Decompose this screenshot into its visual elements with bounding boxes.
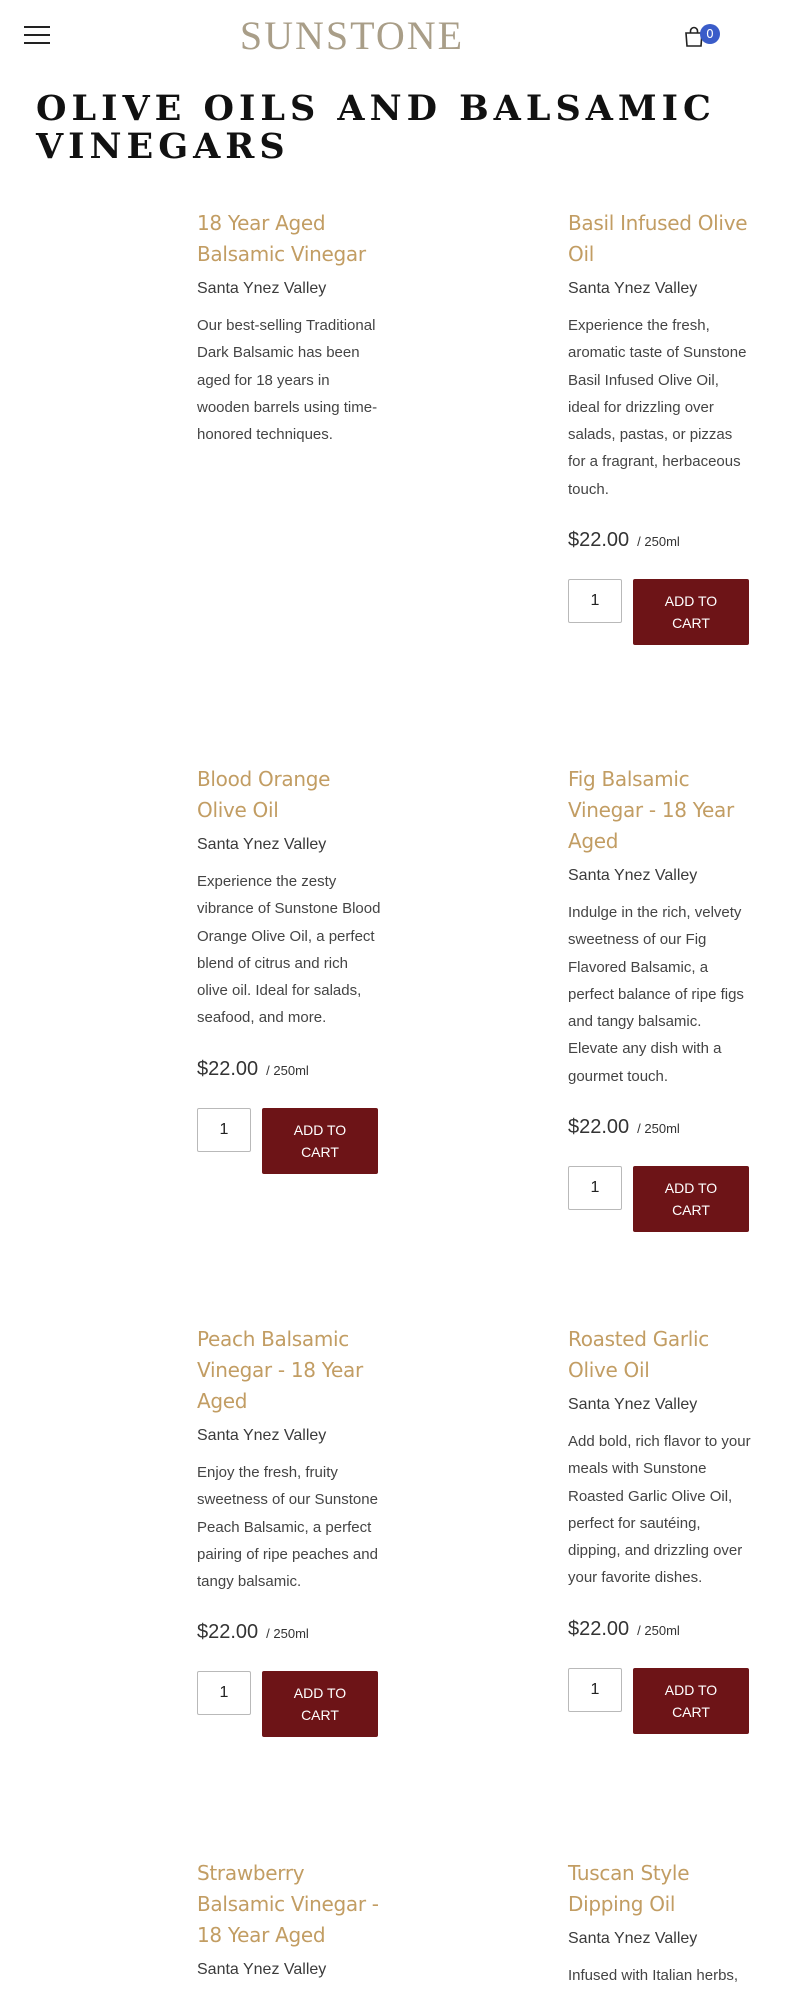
product-origin: Santa Ynez Valley (568, 867, 698, 884)
product-description: Indulge in the rich, velvety sweetness o… (568, 904, 744, 1085)
product-description: Experience the fresh, aromatic taste of … (568, 317, 747, 498)
product-card: 18 Year Aged Balsamic Vinegar Santa Ynez… (197, 208, 382, 448)
quantity-input[interactable] (568, 1667, 622, 1712)
product-name[interactable]: Roasted Garlic Olive Oil (568, 1324, 753, 1386)
product-price: $22.00 (197, 1621, 259, 1644)
hamburger-menu-icon[interactable] (24, 26, 50, 44)
product-name[interactable]: Blood Orange Olive Oil (197, 764, 382, 826)
site-logo[interactable]: SUNSTONE (232, 14, 472, 58)
product-price: $22.00 (568, 1617, 630, 1640)
cart-button[interactable]: 0 (683, 24, 723, 50)
product-origin: Santa Ynez Valley (197, 1427, 327, 1444)
product-origin: Santa Ynez Valley (568, 1396, 698, 1413)
purchase-controls: ADD TO CART (568, 1166, 753, 1233)
product-description: Enjoy the fresh, fruity sweetness of our… (197, 1464, 378, 1591)
product-origin: Santa Ynez Valley (568, 1930, 698, 1947)
product-description: Add bold, rich flavor to your meals with… (568, 1433, 751, 1587)
product-unit: / 250ml (266, 1626, 309, 1642)
product-name[interactable]: Tuscan Style Dipping Oil (568, 1858, 753, 1920)
product-unit: / 250ml (637, 1121, 680, 1137)
product-price: $22.00 (568, 529, 630, 552)
price-row: $22.00 / 250ml (568, 1116, 753, 1146)
product-card: Strawberry Balsamic Vinegar - 18 Year Ag… (197, 1858, 382, 1993)
product-name[interactable]: Peach Balsamic Vinegar - 18 Year Aged (197, 1324, 382, 1417)
price-row: $22.00 / 250ml (568, 529, 753, 559)
purchase-controls: ADD TO CART (568, 579, 753, 646)
product-origin: Santa Ynez Valley (197, 836, 327, 853)
add-to-cart-button[interactable]: ADD TO CART (633, 1166, 749, 1233)
product-price: $22.00 (568, 1116, 630, 1139)
product-description: Our best-selling Traditional Dark Balsam… (197, 317, 378, 444)
product-description: Experience the zesty vibrance of Sunston… (197, 873, 381, 1027)
price-row: $22.00 / 250ml (197, 1621, 382, 1651)
product-price: $22.00 (197, 1057, 259, 1080)
product-card: Basil Infused Olive Oil Santa Ynez Valle… (568, 208, 753, 646)
add-to-cart-button[interactable]: ADD TO CART (262, 1107, 378, 1174)
quantity-input[interactable] (197, 1671, 251, 1716)
price-row: $22.00 / 250ml (197, 1058, 382, 1088)
product-unit: / 250ml (637, 534, 680, 550)
quantity-input[interactable] (568, 1166, 622, 1211)
purchase-controls: ADD TO CART (197, 1671, 382, 1738)
product-card: Roasted Garlic Olive Oil Santa Ynez Vall… (568, 1324, 753, 1734)
site-header: SUNSTONE 0 (0, 0, 785, 72)
quantity-input[interactable] (568, 579, 622, 624)
add-to-cart-button[interactable]: ADD TO CART (633, 1667, 749, 1734)
product-name[interactable]: Strawberry Balsamic Vinegar - 18 Year Ag… (197, 1858, 382, 1951)
product-description: Infused with Italian herbs, (568, 1967, 739, 1984)
product-name[interactable]: Basil Infused Olive Oil (568, 208, 753, 270)
price-row: $22.00 / 250ml (568, 1618, 753, 1648)
quantity-input[interactable] (197, 1107, 251, 1152)
product-card: Peach Balsamic Vinegar - 18 Year Aged Sa… (197, 1324, 382, 1738)
product-card: Blood Orange Olive Oil Santa Ynez Valley… (197, 764, 382, 1174)
purchase-controls: ADD TO CART (197, 1107, 382, 1174)
page-title: Olive Oils and Balsamic Vinegars (36, 88, 716, 167)
product-card: Tuscan Style Dipping Oil Santa Ynez Vall… (568, 1858, 753, 1989)
product-name[interactable]: Fig Balsamic Vinegar - 18 Year Aged (568, 764, 753, 857)
product-unit: / 250ml (637, 1622, 680, 1638)
product-origin: Santa Ynez Valley (568, 280, 698, 297)
product-origin: Santa Ynez Valley (197, 280, 327, 297)
add-to-cart-button[interactable]: ADD TO CART (262, 1671, 378, 1738)
purchase-controls: ADD TO CART (568, 1667, 753, 1734)
product-unit: / 250ml (266, 1062, 309, 1078)
product-name[interactable]: 18 Year Aged Balsamic Vinegar (197, 208, 382, 270)
add-to-cart-button[interactable]: ADD TO CART (633, 579, 749, 646)
product-card: Fig Balsamic Vinegar - 18 Year Aged Sant… (568, 764, 753, 1233)
cart-count-badge: 0 (700, 24, 720, 44)
product-origin: Santa Ynez Valley (197, 1961, 327, 1978)
